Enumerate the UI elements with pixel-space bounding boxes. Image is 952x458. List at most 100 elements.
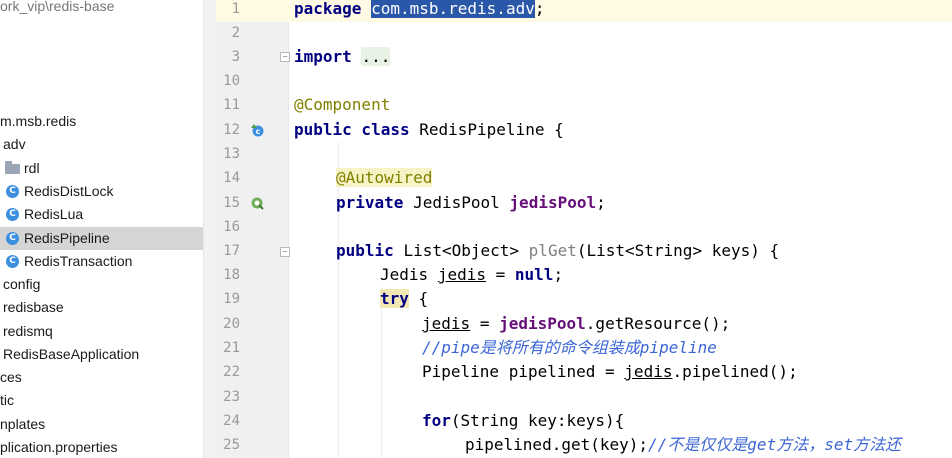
code-line-1[interactable]: package com.msb.redis.adv; [294,0,544,21]
line-number: 22 [223,364,240,380]
tree-item-label: ces [0,369,22,385]
type-name: JedisPool [413,193,500,212]
class-c-icon: C [6,255,19,268]
code-line-18[interactable]: Jedis jedis = null; [380,263,563,287]
variable-name: jedis [624,362,673,381]
tree-item-label: redismq [3,323,53,339]
tree-item-package[interactable]: config [0,273,203,296]
tree-item-package[interactable]: redismq [0,320,203,343]
annotation: @Component [294,95,391,114]
autowired-bean-icon[interactable] [250,196,264,210]
tree-item-package[interactable]: redisbase [0,296,203,319]
semicolon: ; [596,193,606,212]
code-line-20[interactable]: jedis = jedisPool.getResource(); [422,312,730,336]
svg-text:c: c [256,127,261,136]
collapsed-imports[interactable]: ... [361,47,391,66]
code-line-19[interactable]: try { [380,287,428,311]
tree-item-label: adv [3,136,26,152]
tree-item-label: tic [0,392,14,408]
code-line-21[interactable]: //pipe是将所有的命令组装成pipeline [422,336,717,360]
tree-item-class[interactable]: RedisBaseApplication [0,343,203,366]
method-call: .pipelined(); [672,362,798,381]
tree-item-folder[interactable]: ces [0,366,203,389]
annotation: @Autowired [336,168,433,187]
line-number: 3 [231,49,240,65]
tree-item-class-selected[interactable]: C RedisPipeline [0,227,203,250]
tree-item-label: plication.properties [0,439,118,455]
class-c-icon: C [6,232,19,245]
tree-item-label: nplates [0,416,46,432]
code-line-15[interactable]: private JedisPool jedisPool; [336,191,606,215]
tree-item-label: RedisTransaction [24,253,133,269]
type-name: List<Object> [403,241,520,260]
code-line-11[interactable]: @Component [294,93,390,117]
brace: { [418,289,429,308]
line-number: 19 [223,291,240,307]
implemented-class-icon[interactable]: c [250,123,264,137]
operator: = [495,265,506,284]
code-line-25[interactable]: pipelined.get(key);//不是仅仅是get方法，set方法还 [465,433,901,457]
semicolon: ; [534,0,545,18]
class-declaration: RedisPipeline { [419,120,564,139]
variable-name: jedis [437,265,486,284]
tree-item-class[interactable]: C RedisLua [0,203,203,226]
loop-header: (String key:keys){ [450,411,625,430]
line-number: 2 [231,25,240,41]
indent-guide [381,287,382,458]
tree-item-label: RedisDistLock [24,183,114,199]
project-tree: ork_vip\redis-base m.msb.redis adv rdl C… [0,0,203,458]
comment: //不是仅仅是get方法，set方法还 [648,435,902,454]
tree-item-label: RedisLua [24,206,84,222]
tree-item-folder[interactable]: nplates [0,413,203,436]
statement: pipelined.get(key); [465,435,649,454]
semicolon: ; [553,265,564,284]
tree-scrollbar[interactable] [203,0,216,458]
tree-item-label: config [3,276,41,292]
tree-item-folder[interactable]: rdl [0,157,203,180]
type-name: Jedis [380,265,429,284]
folder-icon [5,161,20,174]
line-number: 16 [223,219,240,235]
tree-item-package[interactable]: m.msb.redis [0,110,203,133]
class-c-icon: C [6,185,19,198]
line-number: 17 [223,243,240,259]
keyword: null [514,265,554,284]
method-params: (List<String> keys) { [576,241,780,260]
line-number: 18 [223,267,240,283]
selected-package-name: com.msb.redis.adv [371,0,535,18]
tree-item-package[interactable]: adv [0,133,203,156]
line-number: 25 [223,437,240,453]
keyword: for [422,411,451,430]
tree-item-class[interactable]: C RedisTransaction [0,250,203,273]
code-line-24[interactable]: for(String key:keys){ [422,409,624,433]
fold-toggle[interactable]: − [280,247,290,257]
tree-item-file[interactable]: plication.properties [0,436,203,458]
tree-item-folder[interactable]: tic [0,389,203,412]
fold-toggle[interactable]: − [280,52,290,62]
line-number: 15 [223,195,240,211]
code-line-3[interactable]: import ... [294,45,391,69]
code-line-22[interactable]: Pipeline pipelined = jedis.pipelined(); [422,360,798,384]
tree-item-label: RedisBaseApplication [3,346,140,362]
keyword: public [336,241,394,260]
line-number: 23 [223,389,240,405]
tree-item-label: ork_vip\redis-base [0,0,115,14]
tree-item-label: RedisPipeline [24,230,110,246]
line-number: 1 [231,1,240,17]
tree-item-label: rdl [24,160,40,176]
code-line-12[interactable]: public class RedisPipeline { [294,118,564,142]
keyword: package [294,0,362,18]
line-number: 20 [223,316,240,332]
tree-item-root-path[interactable]: ork_vip\redis-base [0,0,203,18]
code-line-17[interactable]: public List<Object> plGet(List<String> k… [336,239,779,263]
line-number: 13 [223,146,240,162]
declaration: Pipeline pipelined = [422,362,615,381]
line-number: 21 [223,340,240,356]
code-line-14[interactable]: @Autowired [336,166,433,190]
line-number: 14 [223,170,240,186]
keyword: try [380,289,409,308]
tree-item-class[interactable]: C RedisDistLock [0,180,203,203]
class-c-icon: C [6,208,19,221]
comment: //pipe是将所有的命令组装成pipeline [422,338,717,357]
line-number: 11 [223,97,240,113]
